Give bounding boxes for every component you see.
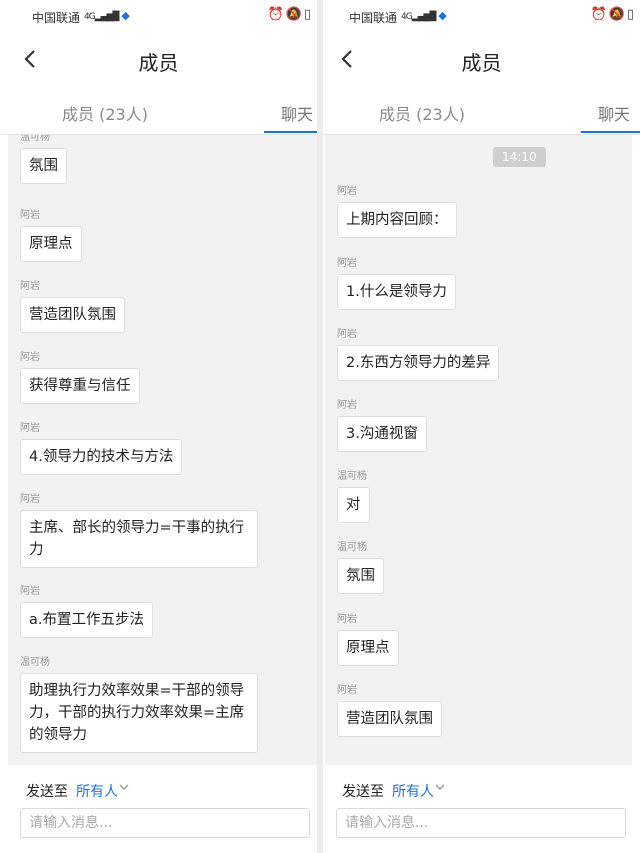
chat-message-list[interactable]: 温可杨 氛围 阿岩 原理点 阿岩 营造团队氛围 阿岩 获得尊重与信任 阿岩 4.… xyxy=(8,135,317,765)
list-item: 阿岩 原理点 xyxy=(20,209,82,262)
status-bar: 中国联通 4G▂▄▆█ ◆ ⏰ 🔕 ▯ xyxy=(0,0,317,34)
list-item: 阿岩 原理点 xyxy=(337,613,399,666)
message-bubble[interactable]: 2.东西方领导力的差异 xyxy=(337,345,500,381)
message-sender: 温可杨 xyxy=(20,657,50,668)
signal-icon: 4G▂▄▆█ ◆ xyxy=(84,9,130,22)
message-sender: 温可杨 xyxy=(337,542,367,553)
battery-icon: ▯ xyxy=(303,7,311,22)
message-sender: 阿岩 xyxy=(20,586,40,597)
list-item: 阿岩 上期内容回顾： xyxy=(337,185,457,238)
wifi-icon: ◆ xyxy=(121,9,130,22)
message-bubble[interactable]: 获得尊重与信任 xyxy=(20,368,140,404)
message-sender: 阿岩 xyxy=(337,614,357,625)
list-item: 阿岩 a.布置工作五步法 xyxy=(20,585,153,638)
message-bubble[interactable]: 营造团队氛围 xyxy=(20,297,125,333)
message-bubble[interactable]: 原理点 xyxy=(20,226,82,262)
list-item: 阿岩 主席、部长的领导力=干事的执行力 xyxy=(20,493,258,568)
chat-message-list[interactable]: 14:10 阿岩 上期内容回顾： 阿岩 1.什么是领导力 阿岩 2.东西方领导力… xyxy=(325,135,632,765)
alarm-icon: ⏰ xyxy=(590,7,607,22)
tab-bar: 成员 (23人) 聊天 xyxy=(323,86,640,135)
message-sender: 阿岩 xyxy=(20,494,40,505)
list-item: 温可杨 对 xyxy=(337,470,370,523)
chevron-down-icon[interactable] xyxy=(434,781,446,793)
message-sender: 阿岩 xyxy=(20,423,40,434)
message-input[interactable] xyxy=(20,808,310,838)
message-sender: 阿岩 xyxy=(337,329,357,340)
chevron-down-icon[interactable] xyxy=(118,781,130,793)
send-to-label: 发送至 xyxy=(342,784,384,800)
composer: 发送至 所有人 xyxy=(0,765,317,853)
left-screen: 中国联通 4G▂▄▆█ ◆ ⏰ 🔕 ▯ 成员 成员 (23人) 聊天 温可杨 氛围 阿… xyxy=(0,0,317,853)
recipient-selector[interactable]: 所有人 xyxy=(76,781,118,801)
list-item: 阿岩 营造团队氛围 xyxy=(20,280,125,333)
tab-chat[interactable]: 聊天 xyxy=(281,101,313,125)
list-item: 阿岩 2.东西方领导力的差异 xyxy=(337,328,500,381)
tab-bar: 成员 (23人) 聊天 xyxy=(0,86,317,135)
message-bubble[interactable]: 主席、部长的领导力=干事的执行力 xyxy=(20,510,258,568)
carrier-name: 中国联通 xyxy=(32,11,81,25)
message-bubble[interactable]: 上期内容回顾： xyxy=(337,202,457,238)
message-bubble[interactable]: 原理点 xyxy=(337,630,399,666)
list-item: 阿岩 营造团队氛围 xyxy=(337,684,442,737)
list-item: 温可杨 助理执行力效率效果=干部的领导力，干部的执行力效率效果=主席的领导力 xyxy=(20,656,258,753)
tab-members[interactable]: 成员 (23人) xyxy=(379,101,465,125)
message-bubble[interactable]: 氛围 xyxy=(337,558,384,594)
list-item: 阿岩 1.什么是领导力 xyxy=(337,257,456,310)
header: 成员 xyxy=(323,34,640,86)
message-bubble[interactable]: 4.领导力的技术与方法 xyxy=(20,439,183,475)
signal-icon: 4G▂▄▆█ ◆ xyxy=(401,9,447,22)
message-sender: 温可杨 xyxy=(20,135,50,143)
message-sender: 阿岩 xyxy=(20,210,40,221)
page-title: 成员 xyxy=(461,51,502,75)
send-to-label: 发送至 xyxy=(26,784,68,800)
message-sender: 阿岩 xyxy=(337,258,357,269)
message-bubble[interactable]: 1.什么是领导力 xyxy=(337,274,456,310)
tab-members[interactable]: 成员 (23人) xyxy=(62,101,148,125)
list-item: 温可杨 氛围 xyxy=(20,135,67,184)
carrier-name: 中国联通 xyxy=(349,11,398,25)
composer: 发送至 所有人 xyxy=(323,765,640,853)
message-sender: 阿岩 xyxy=(337,186,357,197)
wifi-icon: ◆ xyxy=(438,9,447,22)
active-tab-indicator xyxy=(264,131,317,133)
page-title: 成员 xyxy=(138,51,179,75)
active-tab-indicator xyxy=(581,131,640,133)
battery-icon: ▯ xyxy=(626,7,634,22)
message-bubble[interactable]: 对 xyxy=(337,487,370,523)
message-sender: 阿岩 xyxy=(20,281,40,292)
message-input[interactable] xyxy=(336,808,626,838)
timestamp-badge: 14:10 xyxy=(493,147,546,167)
message-sender: 阿岩 xyxy=(20,352,40,363)
recipient-selector[interactable]: 所有人 xyxy=(392,781,434,801)
alarm-icon: ⏰ xyxy=(267,7,284,22)
message-bubble[interactable]: a.布置工作五步法 xyxy=(20,602,153,638)
message-bubble[interactable]: 营造团队氛围 xyxy=(337,701,442,737)
message-sender: 温可杨 xyxy=(337,471,367,482)
list-item: 阿岩 3.沟通视窗 xyxy=(337,399,427,452)
tab-chat[interactable]: 聊天 xyxy=(598,101,630,125)
message-bubble[interactable]: 助理执行力效率效果=干部的领导力，干部的执行力效率效果=主席的领导力 xyxy=(20,673,258,753)
message-sender: 阿岩 xyxy=(337,400,357,411)
message-bubble[interactable]: 3.沟通视窗 xyxy=(337,416,427,452)
list-item: 阿岩 获得尊重与信任 xyxy=(20,351,140,404)
header: 成员 xyxy=(0,34,317,86)
message-sender: 阿岩 xyxy=(337,685,357,696)
list-item: 阿岩 4.领导力的技术与方法 xyxy=(20,422,183,475)
status-bar: 中国联通 4G▂▄▆█ ◆ ⏰ 🔕 ▯ xyxy=(323,0,640,34)
mute-bell-icon: 🔕 xyxy=(285,7,302,22)
message-bubble[interactable]: 氛围 xyxy=(20,148,67,184)
mute-bell-icon: 🔕 xyxy=(608,7,625,22)
right-screen: 中国联通 4G▂▄▆█ ◆ ⏰ 🔕 ▯ 成员 成员 (23人) 聊天 14:10 阿岩… xyxy=(323,0,640,853)
list-item: 温可杨 氛围 xyxy=(337,541,384,594)
